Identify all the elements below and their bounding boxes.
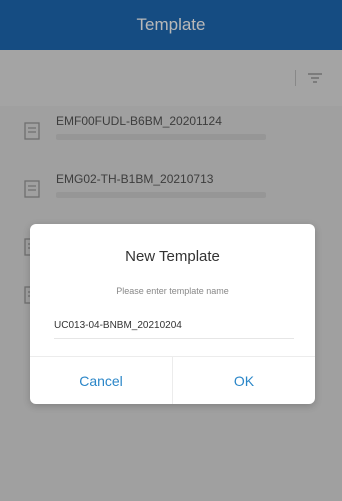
dialog-title: New Template xyxy=(125,248,220,265)
template-name-input[interactable] xyxy=(54,312,294,339)
dialog-hint: Please enter template name xyxy=(116,286,229,296)
ok-button[interactable]: OK xyxy=(173,357,315,404)
cancel-button[interactable]: Cancel xyxy=(30,357,172,404)
new-template-dialog: New Template Please enter template name … xyxy=(30,224,315,404)
app-screen: Template EMF00FUDL-B6BM_20201124 EMG02-T… xyxy=(0,0,342,501)
